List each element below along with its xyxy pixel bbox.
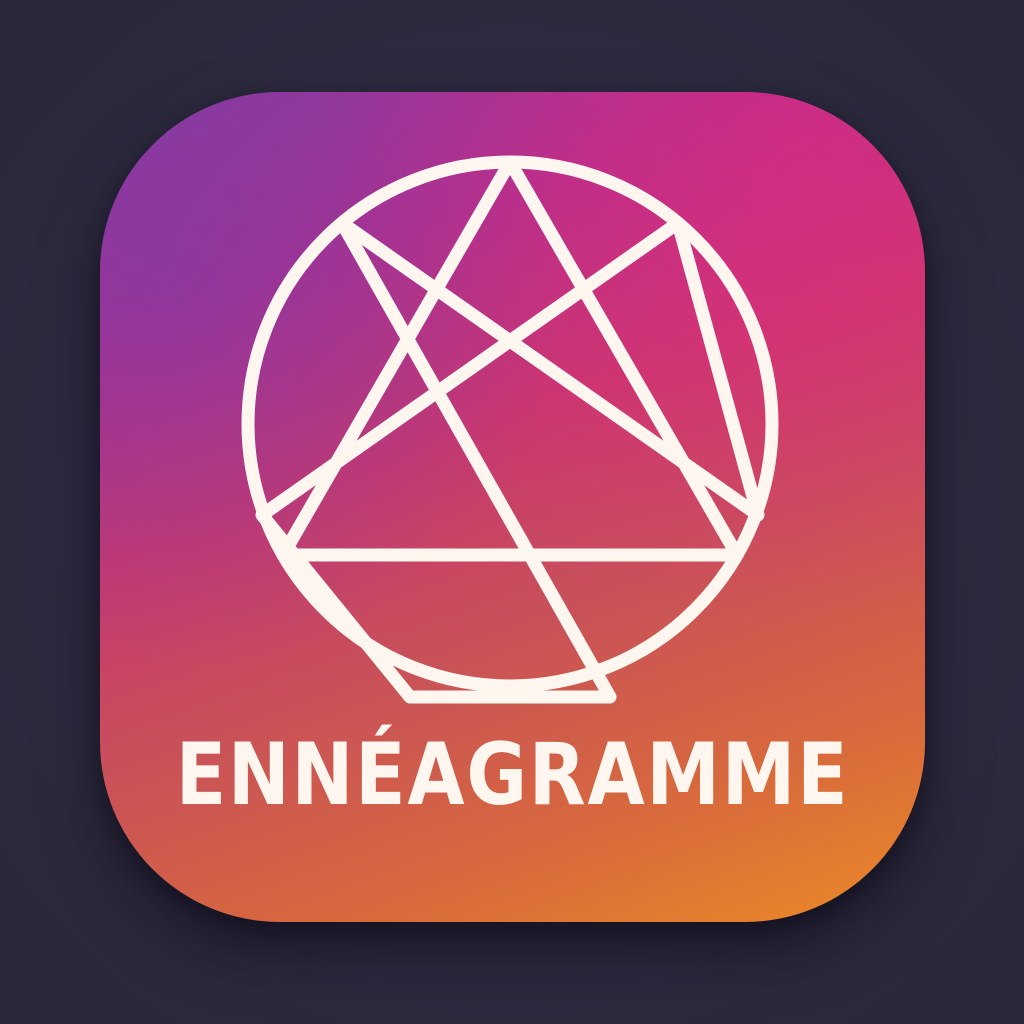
app-title: ENNÉAGRAMME xyxy=(175,725,850,825)
app-icon[interactable]: ENNÉAGRAMME xyxy=(100,92,925,922)
enneagram-circle xyxy=(241,155,779,693)
